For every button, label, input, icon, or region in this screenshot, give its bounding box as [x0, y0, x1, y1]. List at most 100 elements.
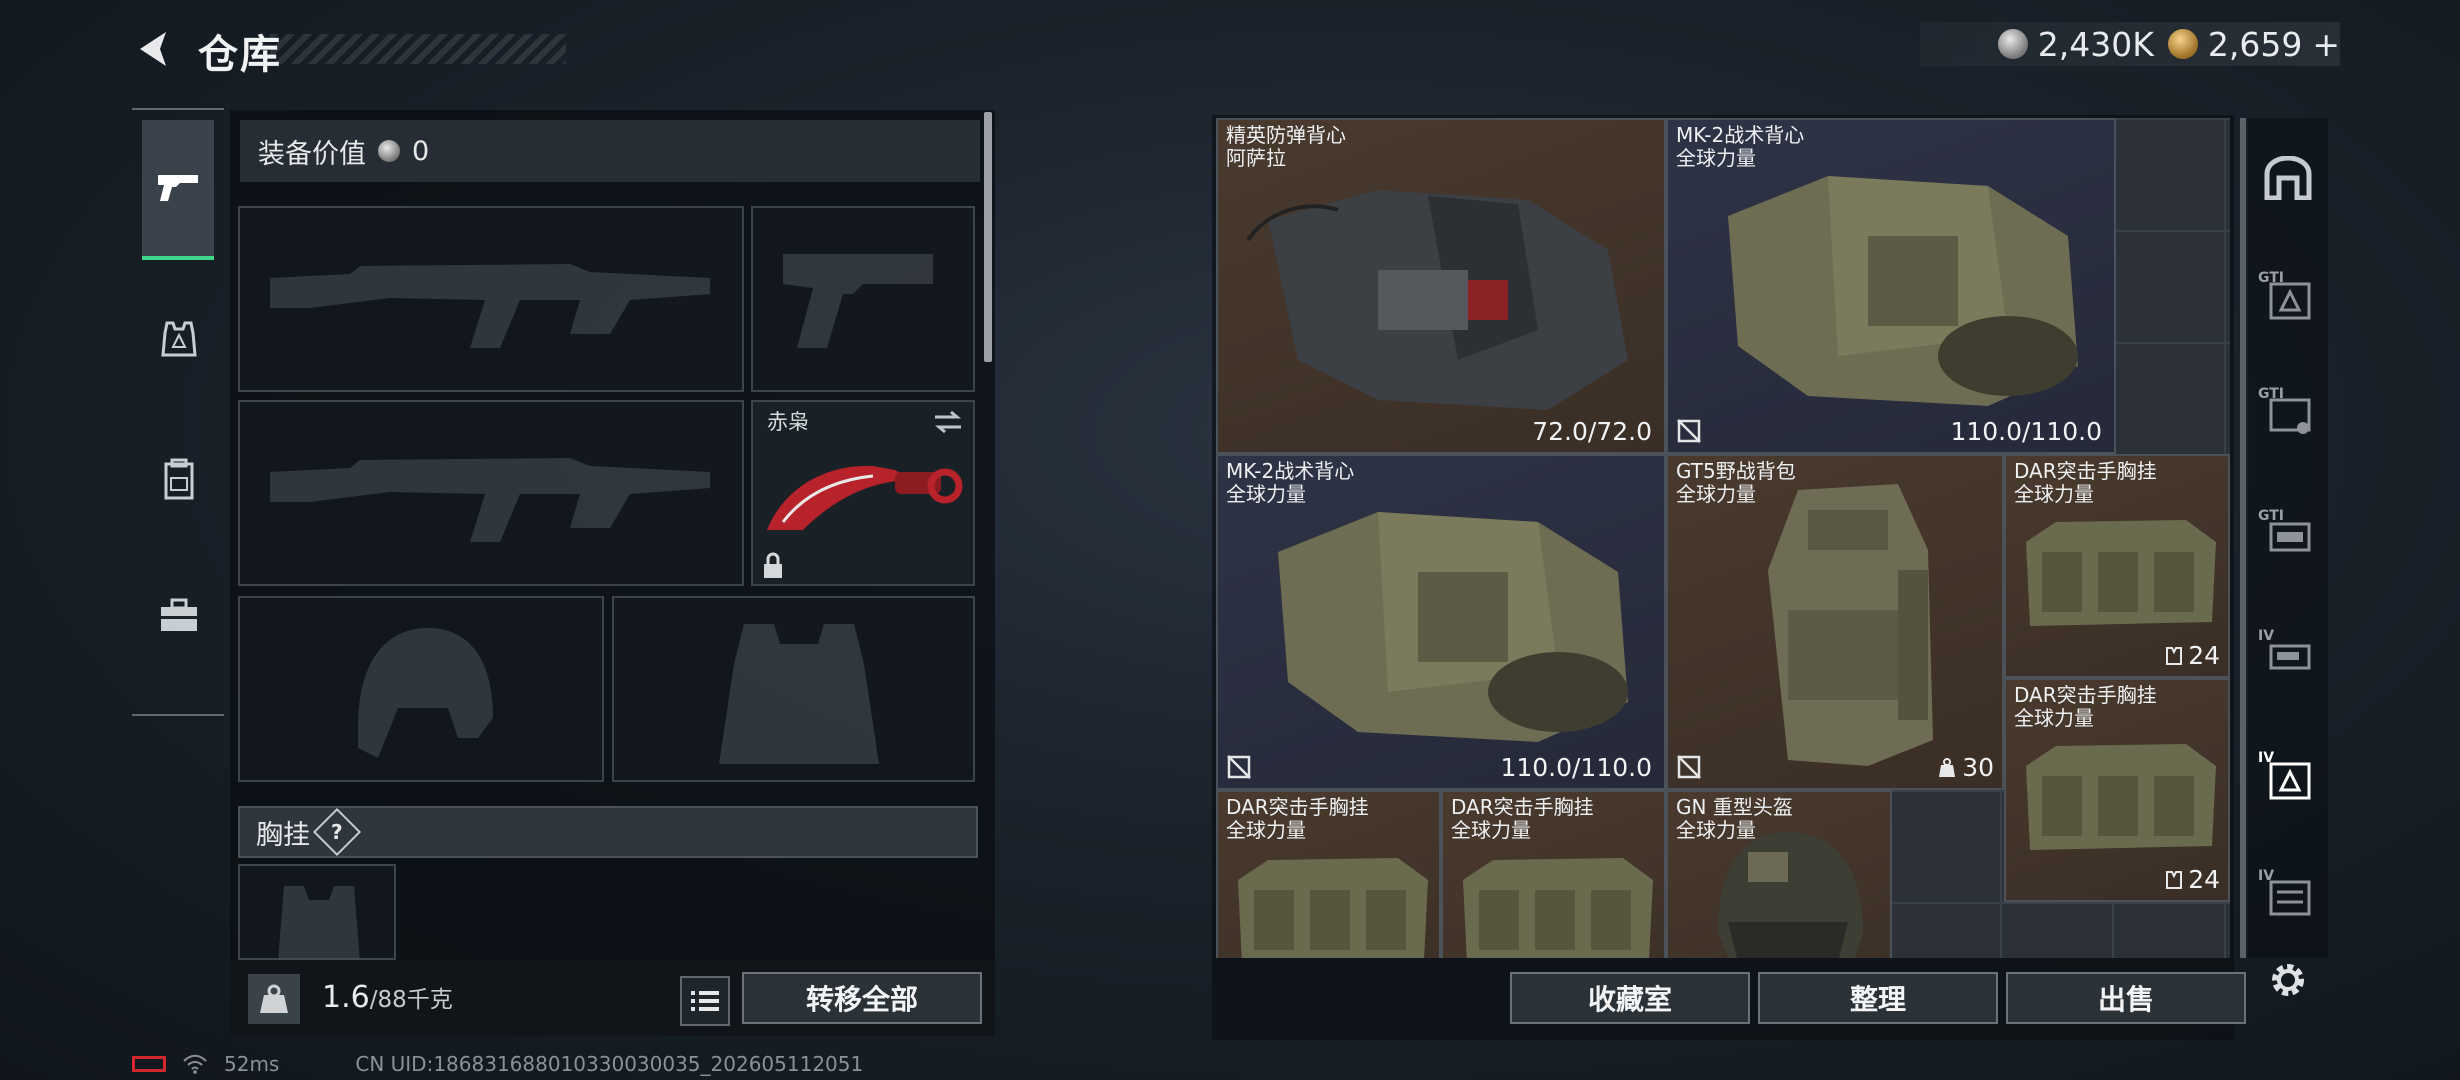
unrepairable-icon: [1677, 755, 1701, 779]
item-name-block: MK-2战术背心 全球力量: [1226, 459, 1355, 506]
chest-rig-silhouette-icon: [278, 886, 360, 962]
weight-icon: [248, 974, 300, 1024]
helmet-slot[interactable]: [238, 596, 604, 782]
inventory-item-dar-chest-rig[interactable]: DAR突击手胸挂 全球力量: [1216, 790, 1441, 958]
secondary-weapon-slot[interactable]: [238, 400, 744, 586]
inventory-item-mk2-vest[interactable]: MK-2战术背心 全球力量 110.0/110.0: [1666, 118, 2116, 454]
item-name-block: GN 重型头盔 全球力量: [1676, 795, 1793, 842]
item-name-block: MK-2战术背心 全球力量: [1676, 123, 1805, 170]
settings-button[interactable]: [2258, 950, 2318, 1010]
page-title: 仓库: [198, 32, 282, 78]
tab-storage-6[interactable]: IV: [2252, 860, 2324, 932]
pistol-silhouette-icon: [783, 254, 933, 348]
tab-storage-3[interactable]: GTI: [2252, 500, 2324, 572]
equipment-value: 0: [412, 135, 430, 167]
item-name-block: DAR突击手胸挂 全球力量: [1451, 795, 1594, 842]
vault-button[interactable]: 收藏室: [1510, 972, 1750, 1024]
gold-coin-icon: [2167, 29, 2198, 59]
vest-silhouette-icon: [719, 624, 879, 764]
item-capacity: 24: [2164, 641, 2220, 670]
item-name-block: GT5野战背包 全球力量: [1676, 459, 1796, 506]
category-backpack[interactable]: [144, 444, 214, 514]
chest-rig-slot[interactable]: [238, 864, 396, 962]
inventory-scrollbar[interactable]: [2240, 118, 2246, 958]
category-weapons[interactable]: [142, 120, 214, 260]
lock-icon: [764, 552, 782, 578]
loadout-scrollbar[interactable]: [984, 112, 992, 362]
sell-button[interactable]: 出售: [2006, 972, 2246, 1024]
inventory-grid: 精英防弹背心 阿萨拉 72.0/72.0 MK-2战术背心 全球力量 110.0/1…: [1216, 118, 2230, 958]
transfer-all-button[interactable]: 转移全部: [742, 972, 982, 1024]
item-name-block: DAR突击手胸挂 全球力量: [2014, 683, 2157, 730]
swap-icon[interactable]: [933, 410, 963, 434]
inventory-item-dar-chest-rig[interactable]: DAR突击手胸挂 全球力量 24: [2004, 454, 2230, 678]
chest-rig-icon: [2026, 744, 2216, 850]
warehouse-icon: [2264, 156, 2312, 200]
chest-rig-header: 胸挂 ?: [238, 806, 978, 858]
melee-slot[interactable]: 赤枭: [751, 400, 975, 586]
network-status-icon: [132, 1056, 166, 1072]
karambit-knife-icon: [767, 465, 963, 530]
equipment-value-label: 装备价值: [258, 138, 366, 170]
capacity-icon: [1939, 757, 1956, 777]
unrepairable-icon: [1227, 755, 1251, 779]
tab-storage-2[interactable]: GTI: [2252, 378, 2324, 450]
unrepairable-icon: [1677, 419, 1701, 443]
category-armor[interactable]: [144, 304, 214, 374]
equipment-value-header: 装备价值 0: [240, 120, 980, 182]
item-name-block: DAR突击手胸挂 全球力量: [2014, 459, 2157, 506]
back-arrow-icon: [140, 32, 166, 66]
pistol-icon: [158, 175, 198, 201]
tab-storage-1[interactable]: GTI: [2252, 262, 2324, 334]
chest-rig-label: 胸挂: [256, 819, 310, 851]
inventory-item-mk2-vest[interactable]: MK-2战术背心 全球力量 110.0/110.0: [1216, 454, 1666, 790]
primary-weapon-slot[interactable]: [238, 206, 744, 392]
knife-name: 赤枭: [767, 410, 809, 434]
toolbox-icon: [161, 598, 197, 631]
tab-level-label: IV: [2258, 868, 2275, 884]
rifle-silhouette-icon: [270, 458, 710, 542]
weight-readout: 1.6/88千克: [322, 980, 453, 1015]
list-view-button[interactable]: [680, 976, 730, 1026]
list-icon: [691, 991, 719, 1011]
inventory-item-elite-vest[interactable]: 精英防弹背心 阿萨拉 72.0/72.0: [1216, 118, 1666, 454]
gold-currency[interactable]: 2,659 +: [2167, 24, 2340, 64]
tab-level-label: GTI: [2258, 386, 2285, 402]
chest-rig-icon: [2026, 520, 2216, 626]
back-button[interactable]: [128, 24, 178, 74]
status-footer: 52ms CN UID:186831688010330030035_202605…: [132, 1052, 863, 1076]
inventory-item-dar-chest-rig[interactable]: DAR突击手胸挂 全球力量: [1441, 790, 1666, 958]
chest-rig-icon: [1238, 858, 1428, 958]
item-name-block: DAR突击手胸挂 全球力量: [1226, 795, 1369, 842]
gold-currency-add[interactable]: +: [2312, 25, 2340, 64]
help-button[interactable]: ?: [312, 807, 362, 857]
body-armor-slot[interactable]: [612, 596, 975, 782]
category-case[interactable]: [144, 580, 214, 650]
currency-bar: 2,430K 2,659 +: [1920, 22, 2340, 66]
inventory-item-gt5-backpack[interactable]: GT5野战背包 全球力量 30: [1666, 454, 2004, 790]
tactical-vest-icon: [1728, 176, 2078, 406]
item-capacity: 30: [1936, 753, 1994, 782]
item-durability: 110.0/110.0: [1950, 417, 2102, 446]
tab-level-label: GTI: [2258, 508, 2285, 524]
backpack-icon: [1768, 484, 1933, 766]
tab-storage-5[interactable]: IV: [2252, 742, 2324, 814]
chest-rig-capacity-icon: [2166, 870, 2183, 889]
chest-rig-icon: [1463, 858, 1653, 958]
item-durability: 110.0/110.0: [1500, 753, 1652, 782]
backpack-icon: [164, 458, 194, 500]
inventory-item-gn-helmet[interactable]: GN 重型头盔 全球力量: [1666, 790, 1892, 958]
pistol-slot[interactable]: [751, 206, 975, 392]
tab-warehouse[interactable]: [2252, 142, 2324, 214]
sort-button[interactable]: 整理: [1758, 972, 1998, 1024]
silver-coin-icon: [1997, 29, 2028, 59]
wifi-icon: [183, 1054, 207, 1074]
rifle-silhouette-icon: [270, 264, 710, 348]
user-uid: CN UID:186831688010330030035_20260511205…: [355, 1052, 864, 1076]
inventory-item-dar-chest-rig[interactable]: DAR突击手胸挂 全球力量 24: [2004, 678, 2230, 902]
tab-level-label: GTI: [2258, 270, 2285, 286]
tab-storage-4[interactable]: IV: [2252, 620, 2324, 692]
item-durability: 72.0/72.0: [1532, 417, 1652, 446]
gold-currency-value: 2,659: [2207, 24, 2303, 64]
item-name-block: 精英防弹背心 阿萨拉: [1226, 123, 1346, 170]
